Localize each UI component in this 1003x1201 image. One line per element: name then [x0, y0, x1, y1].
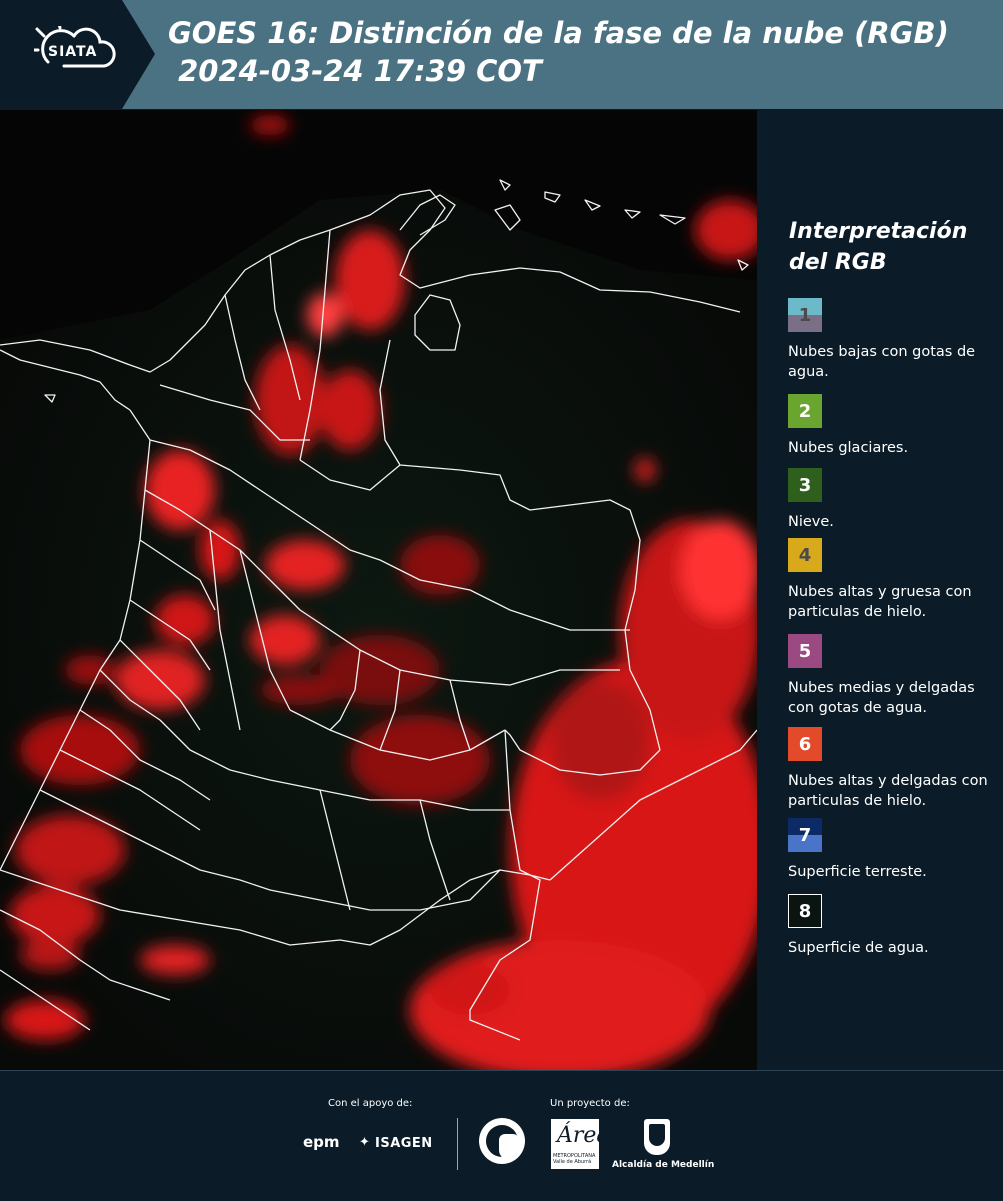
- legend-item-4: 4 Nubes altas y gruesa con particulas de…: [788, 538, 998, 622]
- legend-title: Interpretación del RGB: [789, 219, 968, 275]
- isagen-logo: ISAGEN: [375, 1136, 433, 1151]
- siata-logo-text: SIATA: [48, 44, 98, 60]
- legend-item-6: 6 Nubes altas y delgadas con particulas …: [788, 727, 998, 811]
- satellite-map[interactable]: [0, 110, 757, 1070]
- medellin-shield-icon: [644, 1119, 670, 1155]
- title-line-1: GOES 16: Distinción de la fase de la nub…: [168, 16, 949, 50]
- footer: Con el apoyo de: Un proyecto de: epm ✦ I…: [0, 1070, 1003, 1201]
- header-bar: SIATA GOES 16: Distinción de la fase de …: [0, 0, 1003, 109]
- legend-swatch-1: 1: [788, 298, 822, 332]
- footer-divider: [457, 1118, 458, 1170]
- university-seal-icon: [479, 1118, 525, 1164]
- legend-label-7: Superficie terreste.: [788, 864, 927, 880]
- legend-label-1: Nubes bajas con gotas de agua.: [788, 344, 976, 380]
- area-metropolitana-logo: Área METROPOLITANA Valle de Aburrá: [551, 1119, 610, 1169]
- legend-label-5: Nubes medias y delgadas con gotas de agu…: [788, 680, 975, 716]
- legend-item-5: 5 Nubes medias y delgadas con gotas de a…: [788, 634, 998, 718]
- legend-label-4: Nubes altas y gruesa con particulas de h…: [788, 584, 972, 620]
- legend-swatch-6: 6: [788, 727, 822, 761]
- legend-swatch-7: 7: [788, 818, 822, 852]
- legend-panel: Interpretación del RGB 1 Nubes bajas con…: [757, 110, 1003, 1070]
- title-line-2: 2024-03-24 17:39 COT: [168, 54, 542, 88]
- siata-logo: SIATA: [0, 0, 155, 109]
- legend-label-8: Superficie de agua.: [788, 940, 929, 956]
- legend-swatch-2: 2: [788, 394, 822, 428]
- legend-swatch-4: 4: [788, 538, 822, 572]
- legend-item-3: 3 Nieve.: [788, 468, 998, 532]
- medellin-logo-text: Alcaldía de Medellín: [612, 1160, 715, 1170]
- epm-logo: epm: [303, 1133, 340, 1151]
- legend-swatch-5: 5: [788, 634, 822, 668]
- isagen-icon: ✦: [359, 1135, 370, 1150]
- legend-item-8: 8 Superficie de agua.: [788, 894, 998, 958]
- legend-label-3: Nieve.: [788, 514, 834, 530]
- legend-item-7: 7 Superficie terreste.: [788, 818, 998, 882]
- legend-label-6: Nubes altas y delgadas con particulas de…: [788, 773, 988, 809]
- legend-swatch-8: 8: [788, 894, 822, 928]
- legend-item-2: 2 Nubes glaciares.: [788, 394, 998, 458]
- legend-item-1: 1 Nubes bajas con gotas de agua.: [788, 298, 998, 382]
- support-label: Con el apoyo de:: [328, 1098, 413, 1109]
- legend-swatch-3: 3: [788, 468, 822, 502]
- amva-subtitle: METROPOLITANA Valle de Aburrá: [553, 1153, 596, 1165]
- legend-label-2: Nubes glaciares.: [788, 440, 909, 456]
- amva-letter: Área: [557, 1123, 610, 1148]
- page-title: GOES 16: Distinción de la fase de la nub…: [168, 14, 949, 90]
- project-label: Un proyecto de:: [550, 1098, 630, 1109]
